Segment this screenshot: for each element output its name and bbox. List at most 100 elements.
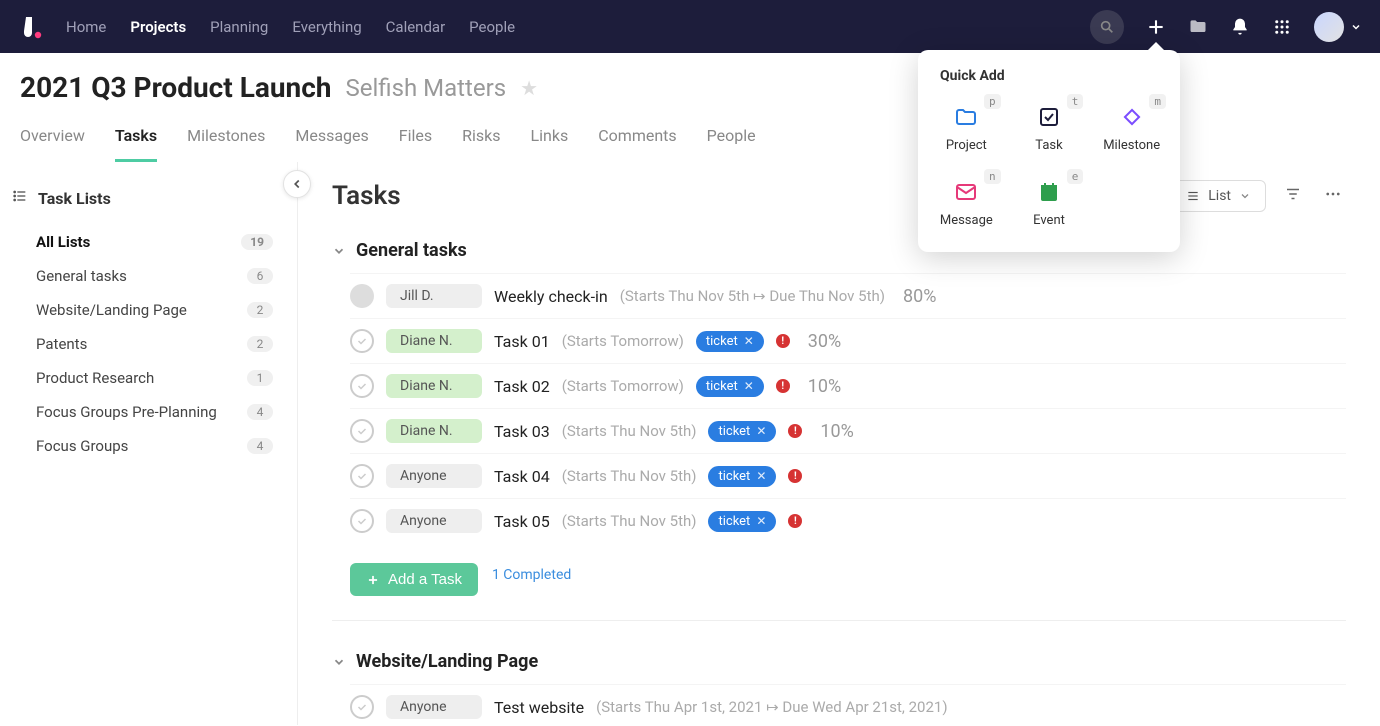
- task-list-label: Focus Groups: [36, 437, 128, 455]
- search-button[interactable]: [1090, 10, 1124, 44]
- page-title: 2021 Q3 Product Launch: [20, 71, 331, 104]
- task-row[interactable]: AnyoneTask 05(Starts Thu Nov 5th)ticket✕…: [350, 498, 1346, 543]
- quick-add-label: Project: [946, 138, 987, 153]
- sidebar-title: Task Lists: [38, 189, 111, 208]
- tag-remove-icon[interactable]: ✕: [756, 469, 766, 483]
- completed-link[interactable]: 1 Completed: [492, 567, 571, 583]
- app-logo[interactable]: [18, 13, 46, 41]
- task-title: Test website: [494, 698, 584, 717]
- task-tag[interactable]: ticket✕: [708, 421, 776, 442]
- alert-icon[interactable]: !: [788, 514, 802, 528]
- task-dates: (Starts Thu Nov 5th ↦ Due Thu Nov 5th): [620, 287, 885, 305]
- task-list-item[interactable]: Focus Groups4: [12, 430, 281, 462]
- quick-add-project[interactable]: pProject: [928, 94, 1005, 163]
- task-check[interactable]: [350, 284, 374, 308]
- task-row[interactable]: Diane N.Task 03(Starts Thu Nov 5th)ticke…: [350, 408, 1346, 453]
- task-list-item[interactable]: General tasks6: [12, 260, 281, 292]
- task-check[interactable]: [350, 329, 374, 353]
- tab-risks[interactable]: Risks: [462, 126, 500, 162]
- task-row[interactable]: Jill D.Weekly check-in(Starts Thu Nov 5t…: [350, 273, 1346, 318]
- collapse-sidebar-button[interactable]: [283, 170, 311, 198]
- task-assignee[interactable]: Anyone: [386, 695, 482, 719]
- tab-people[interactable]: People: [707, 126, 756, 162]
- task-assignee[interactable]: Anyone: [386, 509, 482, 533]
- bell-icon[interactable]: [1230, 17, 1250, 37]
- tab-files[interactable]: Files: [399, 126, 432, 162]
- task-assignee[interactable]: Anyone: [386, 464, 482, 488]
- task-title: Task 05: [494, 512, 550, 531]
- task-list-item[interactable]: All Lists19: [12, 226, 281, 258]
- diamond-icon: [1119, 104, 1145, 130]
- tab-links[interactable]: Links: [531, 126, 569, 162]
- alert-icon[interactable]: !: [788, 469, 802, 483]
- tag-remove-icon[interactable]: ✕: [756, 424, 766, 438]
- task-row[interactable]: AnyoneTest website(Starts Thu Apr 1st, 2…: [350, 684, 1346, 725]
- tab-overview[interactable]: Overview: [20, 126, 85, 162]
- quick-add-milestone[interactable]: mMilestone: [1093, 94, 1170, 163]
- task-progress: 10%: [820, 421, 853, 442]
- quick-add-event[interactable]: eEvent: [1011, 169, 1088, 238]
- task-list-label: All Lists: [36, 233, 90, 251]
- quick-add-message[interactable]: nMessage: [928, 169, 1005, 238]
- tab-milestones[interactable]: Milestones: [187, 126, 265, 162]
- add-task-button[interactable]: Add a Task: [350, 563, 478, 596]
- nav-planning[interactable]: Planning: [210, 18, 268, 36]
- quick-add-task[interactable]: tTask: [1011, 94, 1088, 163]
- task-row[interactable]: Diane N.Task 01(Starts Tomorrow)ticket✕!…: [350, 318, 1346, 363]
- task-row[interactable]: Anyone Task 04 (Starts Thu Nov 5th) ticket✕…: [350, 453, 1346, 498]
- task-assignee[interactable]: Diane N.: [386, 329, 482, 353]
- nav-everything[interactable]: Everything: [292, 18, 361, 36]
- task-check[interactable]: [350, 419, 374, 443]
- task-check[interactable]: [350, 374, 374, 398]
- tag-remove-icon[interactable]: ✕: [744, 334, 754, 348]
- task-list-item[interactable]: Product Research1: [12, 362, 281, 394]
- nav-projects[interactable]: Projects: [130, 18, 186, 36]
- task-dates: (Starts Tomorrow): [562, 377, 684, 395]
- task-title: Task 04: [494, 467, 550, 486]
- nav-people[interactable]: People: [469, 18, 515, 36]
- apps-grid-icon[interactable]: [1272, 17, 1292, 37]
- task-title: Task 02: [494, 377, 550, 396]
- view-selector[interactable]: List: [1171, 180, 1266, 212]
- task-check[interactable]: [350, 464, 374, 488]
- more-options-icon[interactable]: [1320, 181, 1346, 211]
- task-dates: (Starts Thu Nov 5th): [562, 467, 697, 485]
- task-list-item[interactable]: Patents2: [12, 328, 281, 360]
- alert-icon[interactable]: !: [776, 334, 790, 348]
- tag-remove-icon[interactable]: ✕: [744, 379, 754, 393]
- task-list-label: Focus Groups Pre-Planning: [36, 403, 217, 421]
- nav-calendar[interactable]: Calendar: [386, 18, 446, 36]
- folder-icon[interactable]: [1188, 17, 1208, 37]
- add-task-label: Add a Task: [388, 571, 462, 588]
- task-assignee[interactable]: Diane N.: [386, 419, 482, 443]
- tab-messages[interactable]: Messages: [295, 126, 368, 162]
- tab-tasks[interactable]: Tasks: [115, 126, 157, 162]
- task-list-count: 2: [247, 336, 273, 352]
- task-check[interactable]: [350, 509, 374, 533]
- task-list-item[interactable]: Website/Landing Page2: [12, 294, 281, 326]
- avatar: [1314, 12, 1344, 42]
- tag-remove-icon[interactable]: ✕: [756, 514, 766, 528]
- task-check[interactable]: [350, 695, 374, 719]
- task-tag[interactable]: ticket✕: [708, 511, 776, 532]
- task-group-header[interactable]: Website/Landing Page: [332, 651, 1346, 672]
- task-row[interactable]: Diane N. Task 02 (Starts Tomorrow) ticket✕!…: [350, 363, 1346, 408]
- nav-home[interactable]: Home: [66, 18, 106, 36]
- star-icon[interactable]: ★: [520, 76, 538, 100]
- task-tag[interactable]: ticket✕: [696, 331, 764, 352]
- task-tag[interactable]: ticket✕: [708, 466, 776, 487]
- task-group-header[interactable]: General tasks: [332, 240, 1346, 261]
- user-menu[interactable]: [1314, 12, 1362, 42]
- tab-comments[interactable]: Comments: [598, 126, 676, 162]
- task-assignee[interactable]: Jill D.: [386, 284, 482, 308]
- calendar-icon: [1036, 179, 1062, 205]
- task-list-item[interactable]: Focus Groups Pre-Planning4: [12, 396, 281, 428]
- alert-icon[interactable]: !: [788, 424, 802, 438]
- filter-icon[interactable]: [1280, 181, 1306, 211]
- task-assignee[interactable]: Diane N.: [386, 374, 482, 398]
- task-tag[interactable]: ticket✕: [696, 376, 764, 397]
- quick-add-title: Quick Add: [928, 64, 1170, 94]
- alert-icon[interactable]: !: [776, 379, 790, 393]
- top-nav: Home Projects Planning Everything Calendar Pe…: [0, 0, 1380, 53]
- quick-add-button[interactable]: [1146, 17, 1166, 37]
